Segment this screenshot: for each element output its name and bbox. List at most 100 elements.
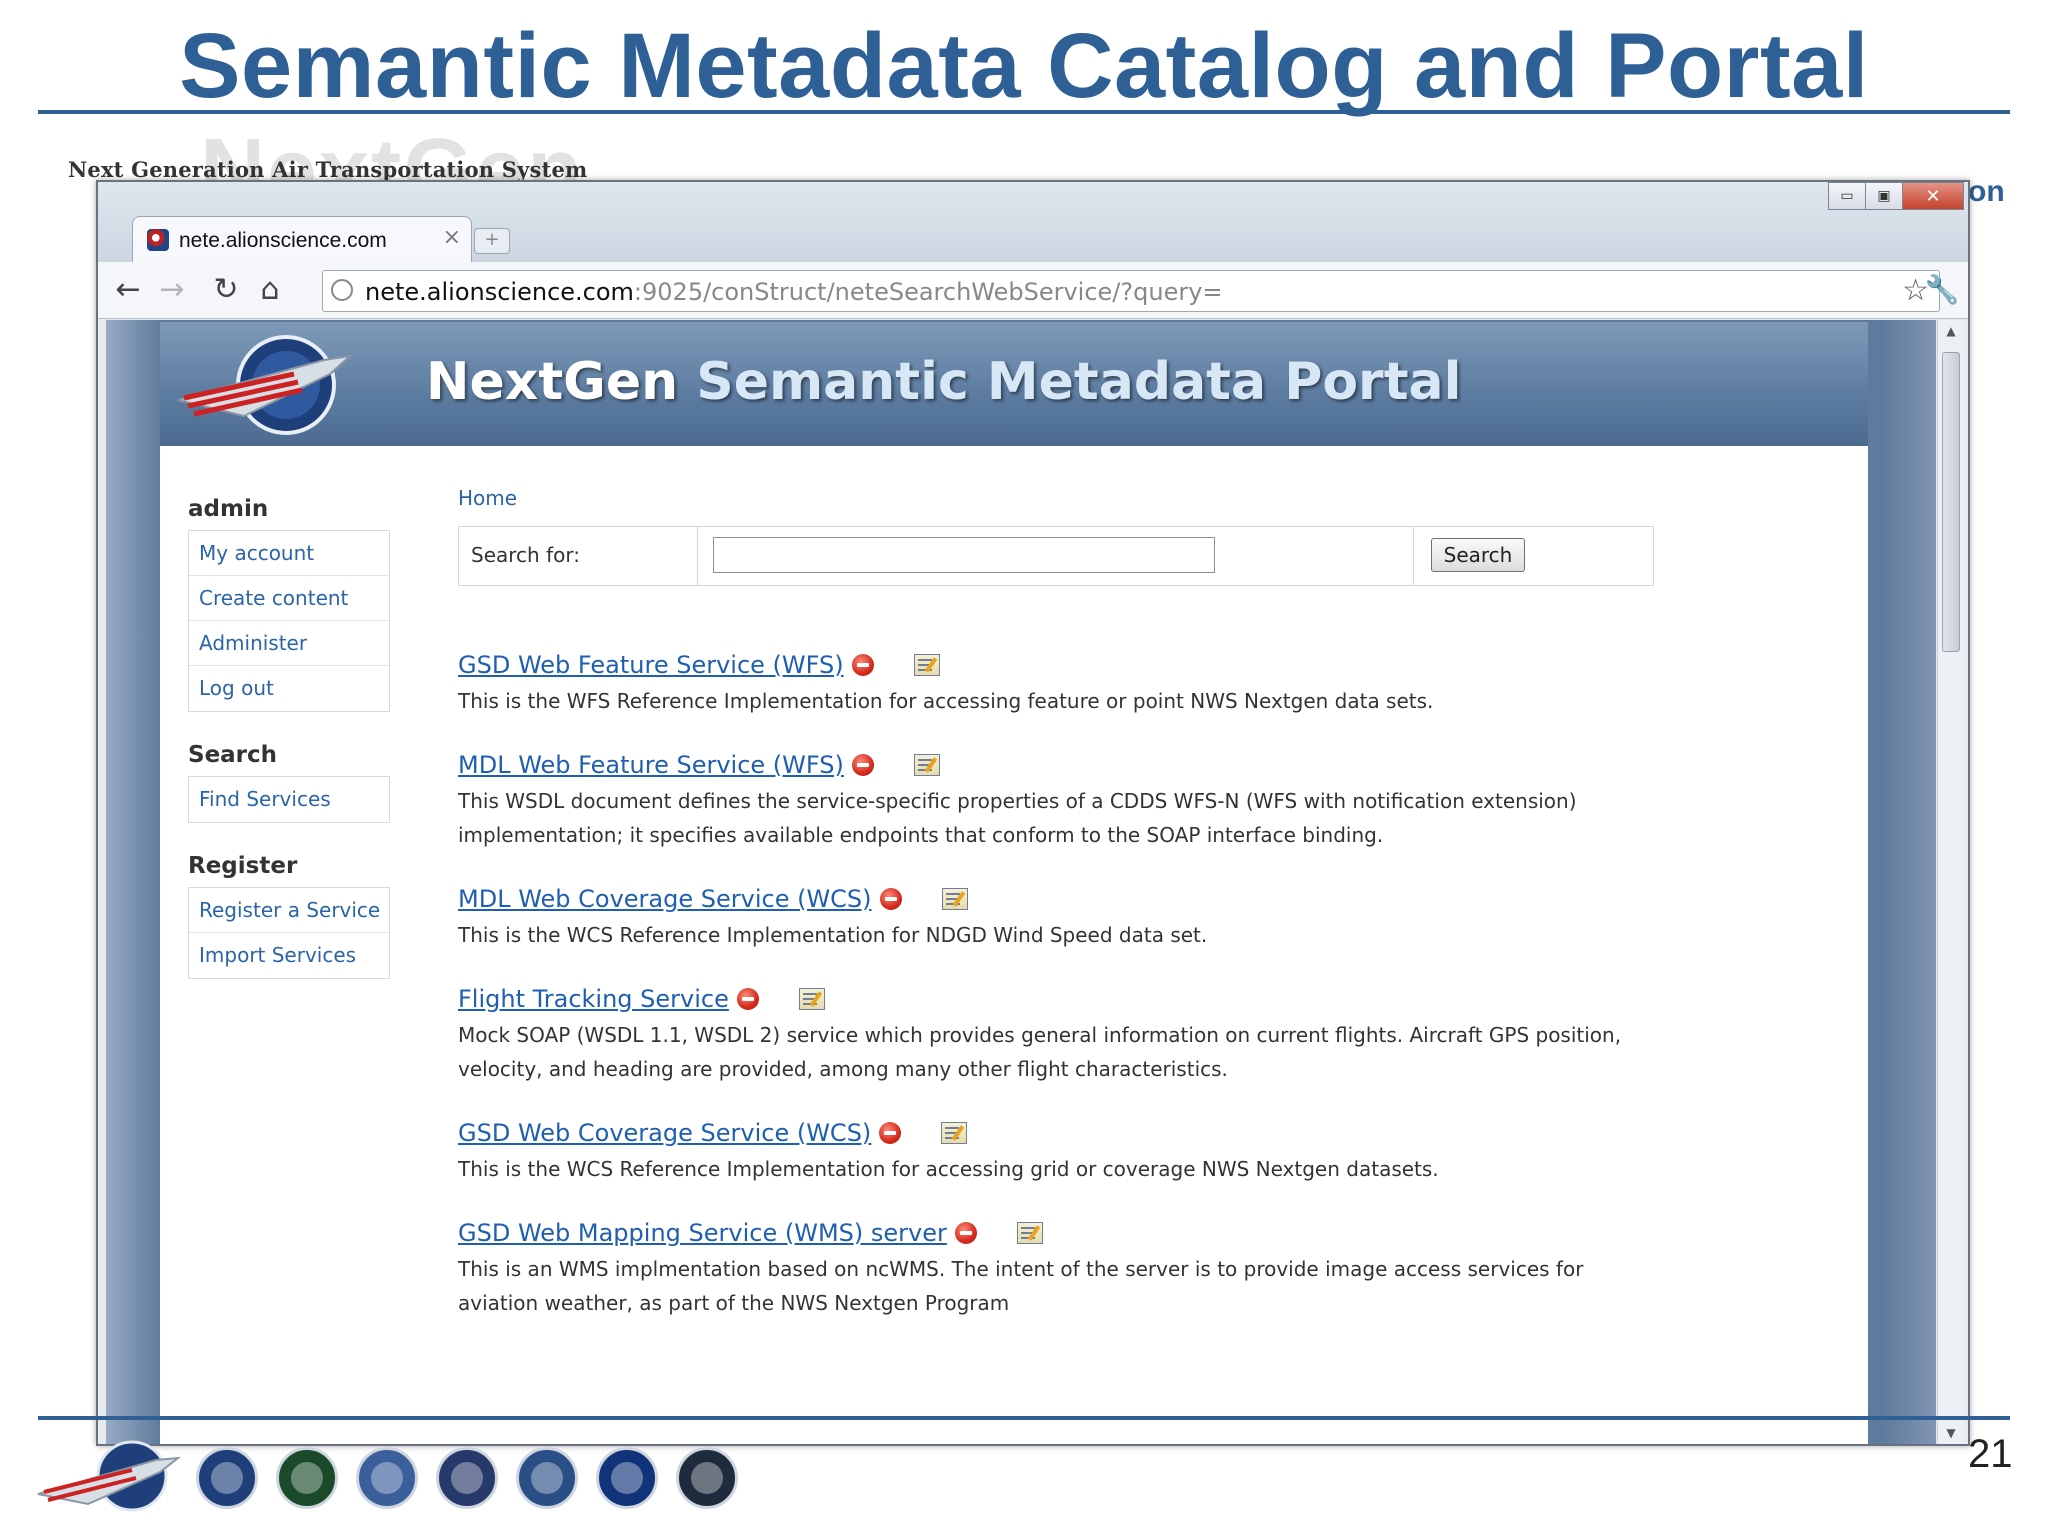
search-divider — [697, 527, 698, 585]
nasa-seal-icon — [596, 1447, 658, 1509]
sidebar-admin-list: My account Create content Administer Log… — [188, 530, 390, 712]
scroll-down-arrow-icon[interactable]: ▼ — [1938, 1422, 1964, 1444]
search-label: Search for: — [471, 543, 580, 567]
result-description: This is the WCS Reference Implementation… — [458, 923, 1208, 947]
sidebar-item-log-out[interactable]: Log out — [189, 666, 389, 711]
result-header: GSD Web Mapping Service (WMS) server — [458, 1216, 1818, 1250]
result-link[interactable]: GSD Web Feature Service (WFS) — [458, 651, 844, 679]
seal-icon — [516, 1447, 578, 1509]
result-description: This WSDL document defines the service-s… — [458, 789, 1577, 847]
edit-icon[interactable] — [941, 1122, 968, 1144]
result-item: MDL Web Feature Service (WFS) This WSDL … — [458, 748, 1818, 852]
url-path: :9025/conStruct/neteSearchWebService/?qu… — [633, 278, 1223, 306]
result-description: This is an WMS implmentation based on nc… — [458, 1257, 1584, 1315]
search-input[interactable] — [713, 537, 1215, 573]
edit-icon[interactable] — [913, 654, 940, 676]
edit-icon[interactable] — [913, 754, 940, 776]
sidebar-item-find-services[interactable]: Find Services — [189, 777, 389, 822]
result-item: GSD Web Coverage Service (WCS) This is t… — [458, 1116, 1818, 1186]
wrench-icon[interactable]: 🔧 — [1922, 270, 1962, 310]
seal-icon — [276, 1447, 338, 1509]
maximize-button[interactable]: ▣ — [1865, 182, 1903, 210]
nextgen-logo — [177, 335, 354, 435]
agency-seals — [36, 1438, 756, 1518]
portal-banner: NextGen Semantic Metadata Portal — [160, 322, 1868, 446]
window-controls: ▭ ▣ ✕ — [1828, 182, 1964, 210]
sidebar-heading-admin: admin — [188, 496, 269, 522]
url-domain: nete.alionscience.com — [365, 278, 634, 306]
result-link[interactable]: GSD Web Mapping Service (WMS) server — [458, 1219, 947, 1247]
sidebar-item-import-services[interactable]: Import Services — [189, 933, 389, 978]
new-tab-button[interactable]: + — [474, 228, 510, 254]
result-description: This is the WCS Reference Implementation… — [458, 1157, 1439, 1181]
banner-title-nextgen: NextGen — [426, 352, 697, 412]
seal-icon — [436, 1447, 498, 1509]
tab-title: nete.alionscience.com — [179, 229, 387, 252]
browser-toolbar: ← → ↻ ⌂ nete.alionscience.com:9025/conSt… — [98, 262, 1968, 319]
result-header: MDL Web Feature Service (WFS) — [458, 748, 1818, 782]
edit-icon[interactable] — [798, 988, 825, 1010]
result-link[interactable]: MDL Web Coverage Service (WCS) — [458, 885, 872, 913]
sidebar-item-create-content[interactable]: Create content — [189, 576, 389, 621]
delete-icon[interactable] — [851, 654, 874, 676]
page-viewport: NextGen Semantic Metadata Portal admin M… — [106, 320, 1936, 1444]
address-bar[interactable]: nete.alionscience.com:9025/conStruct/net… — [322, 270, 1940, 312]
results-list: GSD Web Feature Service (WFS) This is th… — [458, 648, 1818, 1320]
delete-icon[interactable] — [879, 888, 902, 910]
banner-title-rest: Semantic Metadata Portal — [696, 352, 1462, 412]
search-button[interactable]: Search — [1431, 538, 1525, 572]
result-header: GSD Web Coverage Service (WCS) — [458, 1116, 1818, 1150]
search-divider — [1413, 527, 1414, 585]
home-icon[interactable]: ⌂ — [250, 270, 290, 310]
favicon-icon — [147, 229, 169, 251]
edit-icon[interactable] — [1016, 1222, 1043, 1244]
result-description: This is the WFS Reference Implementation… — [458, 689, 1434, 713]
close-button[interactable]: ✕ — [1902, 182, 1964, 210]
forward-icon[interactable]: → — [152, 270, 192, 310]
sidebar-item-register-service[interactable]: Register a Service — [189, 888, 389, 933]
browser-window: ▭ ▣ ✕ nete.alionscience.com × + ← → ↻ ⌂ … — [96, 180, 1970, 1446]
result-header: Flight Tracking Service — [458, 982, 1818, 1016]
result-link[interactable]: GSD Web Coverage Service (WCS) — [458, 1119, 871, 1147]
main-content: Home Search for: Search GSD Web Feature … — [458, 486, 1818, 1350]
result-item: MDL Web Coverage Service (WCS) This is t… — [458, 882, 1818, 952]
sidebar-heading-search: Search — [188, 742, 278, 768]
slide-subtitle: Next Generation Air Transportation Syste… — [68, 157, 588, 182]
nextgen-footer-logo — [37, 1440, 182, 1512]
edit-icon[interactable] — [941, 888, 968, 910]
tab-close-icon[interactable]: × — [443, 225, 461, 250]
delete-icon[interactable] — [736, 988, 759, 1010]
browser-tab[interactable]: nete.alionscience.com × — [132, 216, 472, 262]
title-rule — [38, 110, 2010, 114]
delete-icon[interactable] — [851, 754, 874, 776]
sidebar-search-list: Find Services — [188, 776, 390, 823]
seal-icon — [196, 1447, 258, 1509]
scrollbar-thumb[interactable] — [1942, 352, 1960, 652]
delete-icon[interactable] — [879, 1122, 902, 1144]
sidebar-item-my-account[interactable]: My account — [189, 531, 389, 576]
browser-titlebar: ▭ ▣ ✕ nete.alionscience.com × + — [98, 182, 1968, 262]
page-number: 21 — [1968, 1432, 2013, 1476]
back-icon[interactable]: ← — [108, 270, 148, 310]
result-item: GSD Web Mapping Service (WMS) server Thi… — [458, 1216, 1818, 1320]
minimize-button[interactable]: ▭ — [1828, 182, 1866, 210]
result-header: MDL Web Coverage Service (WCS) — [458, 882, 1818, 916]
sidebar: admin My account Create content Administ… — [188, 496, 390, 1009]
result-item: GSD Web Feature Service (WFS) This is th… — [458, 648, 1818, 718]
url-text: nete.alionscience.com:9025/conStruct/net… — [365, 278, 1223, 306]
portal-content: admin My account Create content Administ… — [160, 446, 1868, 1444]
reload-icon[interactable]: ↻ — [206, 270, 246, 310]
breadcrumb-home[interactable]: Home — [458, 486, 1818, 516]
footer-rule — [38, 1416, 2010, 1420]
portal-banner-title: NextGen Semantic Metadata Portal — [426, 352, 1461, 412]
result-link[interactable]: MDL Web Feature Service (WFS) — [458, 751, 844, 779]
seal-icon — [676, 1447, 738, 1509]
delete-icon[interactable] — [954, 1222, 977, 1244]
scroll-up-arrow-icon[interactable]: ▲ — [1938, 320, 1964, 342]
result-description: Mock SOAP (WSDL 1.1, WSDL 2) service whi… — [458, 1023, 1622, 1081]
vertical-scrollbar[interactable]: ▲ ▼ — [1937, 320, 1964, 1444]
sidebar-heading-register: Register — [188, 853, 298, 879]
result-link[interactable]: Flight Tracking Service — [458, 985, 729, 1013]
seal-icon — [356, 1447, 418, 1509]
sidebar-item-administer[interactable]: Administer — [189, 621, 389, 666]
